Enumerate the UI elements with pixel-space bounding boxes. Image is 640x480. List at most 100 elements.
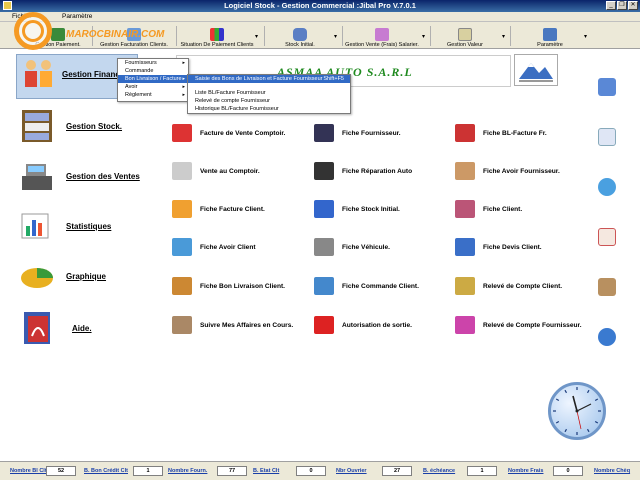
status-label[interactable]: Nombre Fourn.: [168, 468, 207, 474]
cash-register-icon: [22, 164, 52, 190]
grid-item-col2-0[interactable]: Fiche Fournisseur.: [314, 124, 401, 142]
toolbar-parametre[interactable]: Paramètre: [528, 23, 572, 48]
grid-item-col2-5[interactable]: Autorisation de sortie.: [314, 316, 412, 334]
menu-aide[interactable]: Aide.: [18, 310, 92, 346]
chevron-down-icon[interactable]: ▾: [502, 33, 505, 40]
calculator-icon: [458, 28, 472, 41]
grid-item-col3-4[interactable]: Relevé de Compte Client.: [455, 277, 562, 295]
submenu-item[interactable]: Règlement ▸: [118, 91, 188, 99]
submenu-item-label: Liste BL/Facture Fournisseur: [195, 90, 266, 96]
grid-item-col1-2[interactable]: Fiche Facture Client.: [172, 200, 265, 218]
grid-item-label: Fiche Véhicule.: [342, 243, 391, 251]
analog-clock: [548, 382, 606, 440]
grid-item-col2-3[interactable]: Fiche Véhicule.: [314, 238, 390, 256]
submenu-item[interactable]: Historique BL/Facture Fournisseur: [188, 105, 350, 113]
watermark-text: MAROCBINAIR.COM: [66, 29, 165, 40]
status-label[interactable]: Nombre Bl Clt: [10, 468, 47, 474]
grid-item-col1-0[interactable]: Facture de Vente Comptoir.: [172, 124, 285, 142]
status-label[interactable]: B. échéance: [423, 468, 455, 474]
status-label[interactable]: Nombre Frais: [508, 468, 543, 474]
toolbar-situation-paiement[interactable]: Situation De Paiement Clients: [180, 23, 254, 48]
grid-item-col1-1[interactable]: Vente au Comptoir.: [172, 162, 260, 180]
menu-statistiques[interactable]: Statistiques: [18, 208, 111, 244]
grid-item-col1-4[interactable]: Fiche Bon Livraison Client.: [172, 277, 285, 295]
submenu-item[interactable]: Fournisseurs ▸: [118, 59, 188, 67]
grid-item-label: Vente au Comptoir.: [200, 167, 260, 175]
bl-facture-submenu: Saisie des Bons de Livraison et Facture …: [187, 74, 351, 114]
menu-graphique[interactable]: Graphique: [18, 258, 106, 294]
submenu-item-label: Historique BL/Facture Fournisseur: [195, 106, 279, 112]
alarm-light-icon: [314, 316, 334, 334]
submenu-item[interactable]: Avoir ▸: [118, 83, 188, 91]
submenu-item-label: Fournisseurs: [125, 60, 157, 66]
submenu-item[interactable]: Relevé de compte Fournisseur: [188, 97, 350, 105]
clock-tick: [594, 398, 599, 402]
status-value: 1: [133, 466, 163, 476]
clock-tick: [564, 428, 568, 433]
status-label[interactable]: B. Etat Clt: [253, 468, 279, 474]
toolbar-gestion-vente[interactable]: Gestion Vente (Frais) Salarier.: [345, 23, 419, 48]
grid-item-col3-2[interactable]: Fiche Client.: [455, 200, 522, 218]
toolbar-gestion-valeur[interactable]: Gestion Valeur: [440, 23, 490, 48]
finance-submenu: Fournisseurs ▸ Commande Bon Livraison / Fac…: [117, 58, 189, 102]
grid-item-label: Fiche Avoir Fournisseur.: [483, 167, 560, 175]
status-label[interactable]: Nombre Chèq: [594, 468, 630, 474]
minimize-button[interactable]: _: [606, 1, 616, 10]
grid-item-col2-2[interactable]: Fiche Stock Initial.: [314, 200, 400, 218]
database-icon: [293, 28, 307, 41]
grid-item-label: Autorisation de sortie.: [342, 321, 412, 329]
submenu-item[interactable]: Liste BL/Facture Fournisseur: [188, 89, 350, 97]
grid-item-col2-4[interactable]: Fiche Commande Client.: [314, 277, 419, 295]
people-icon: [25, 60, 52, 87]
grid-item-label: Fiche Facture Client.: [200, 205, 265, 213]
watermark-logo: MAROCBINAIR.COM: [0, 0, 164, 60]
shelf-icon: [22, 110, 52, 142]
submenu-item[interactable]: Commande: [118, 67, 188, 75]
submenu-item[interactable]: Bon Livraison / Facture ▸: [118, 75, 188, 83]
steering-wheel-icon: [314, 162, 334, 180]
chevron-right-icon: ▸: [182, 92, 185, 98]
checklist-icon[interactable]: [598, 228, 616, 246]
grid-item-col1-5[interactable]: Suivre Mes Affaires en Cours.: [172, 316, 293, 334]
submenu-item-label: Commande: [125, 68, 154, 74]
grid-item-label: Fiche Réparation Auto: [342, 167, 413, 175]
chevron-down-icon[interactable]: ▾: [255, 33, 258, 40]
maximize-button[interactable]: ❐: [617, 1, 627, 10]
pdf-icon: [24, 312, 50, 344]
help-book-icon[interactable]: [598, 78, 616, 96]
grid-item-col3-1[interactable]: Fiche Avoir Fournisseur.: [455, 162, 560, 180]
status-value: 0: [296, 466, 326, 476]
clock-tick: [586, 428, 590, 433]
clock-tick: [564, 389, 568, 394]
submenu-item-label: Bon Livraison / Facture: [125, 76, 182, 82]
grid-item-label: Facture de Vente Comptoir.: [200, 129, 286, 137]
menu-gestion-ventes[interactable]: Gestion des Ventes: [18, 158, 140, 194]
globe-icon[interactable]: [598, 328, 616, 346]
tools-box-icon[interactable]: [598, 278, 616, 296]
clock-tick: [594, 420, 599, 424]
refresh-icon[interactable]: [598, 178, 616, 196]
mountain-logo: [514, 54, 558, 86]
status-label[interactable]: Nbr Ouvrier: [336, 468, 367, 474]
menu-gestion-stock[interactable]: Gestion Stock.: [18, 108, 122, 144]
close-button[interactable]: ✕: [628, 1, 638, 10]
chevron-down-icon[interactable]: ▾: [584, 33, 587, 40]
laptop-icon: [314, 200, 334, 218]
grid-item-col2-1[interactable]: Fiche Réparation Auto: [314, 162, 412, 180]
grid-item-col3-3[interactable]: Fiche Devis Client.: [455, 238, 542, 256]
grid-item-col1-3[interactable]: Fiche Avoir Client: [172, 238, 256, 256]
status-label[interactable]: B. Bon Crédit Clt: [84, 468, 128, 474]
tools-icon: [543, 28, 557, 41]
grid-item-col3-5[interactable]: Relevé de Compte Fournisseur.: [455, 316, 582, 334]
chevron-down-icon[interactable]: ▾: [422, 33, 425, 40]
folder-icon: [455, 124, 475, 142]
grid-item-col3-0[interactable]: Fiche BL-Facture Fr.: [455, 124, 547, 142]
receipt-icon: [172, 124, 192, 142]
submenu-item[interactable]: Saisie des Bons de Livraison et Facture …: [188, 75, 350, 83]
chevron-down-icon[interactable]: ▾: [334, 33, 337, 40]
notepad-icon[interactable]: [598, 128, 616, 146]
toolbar-stock-initial[interactable]: Stock Initial.: [278, 23, 322, 48]
truck-icon: [172, 277, 192, 295]
cash-register-icon: [172, 162, 192, 180]
status-value: 0: [553, 466, 583, 476]
